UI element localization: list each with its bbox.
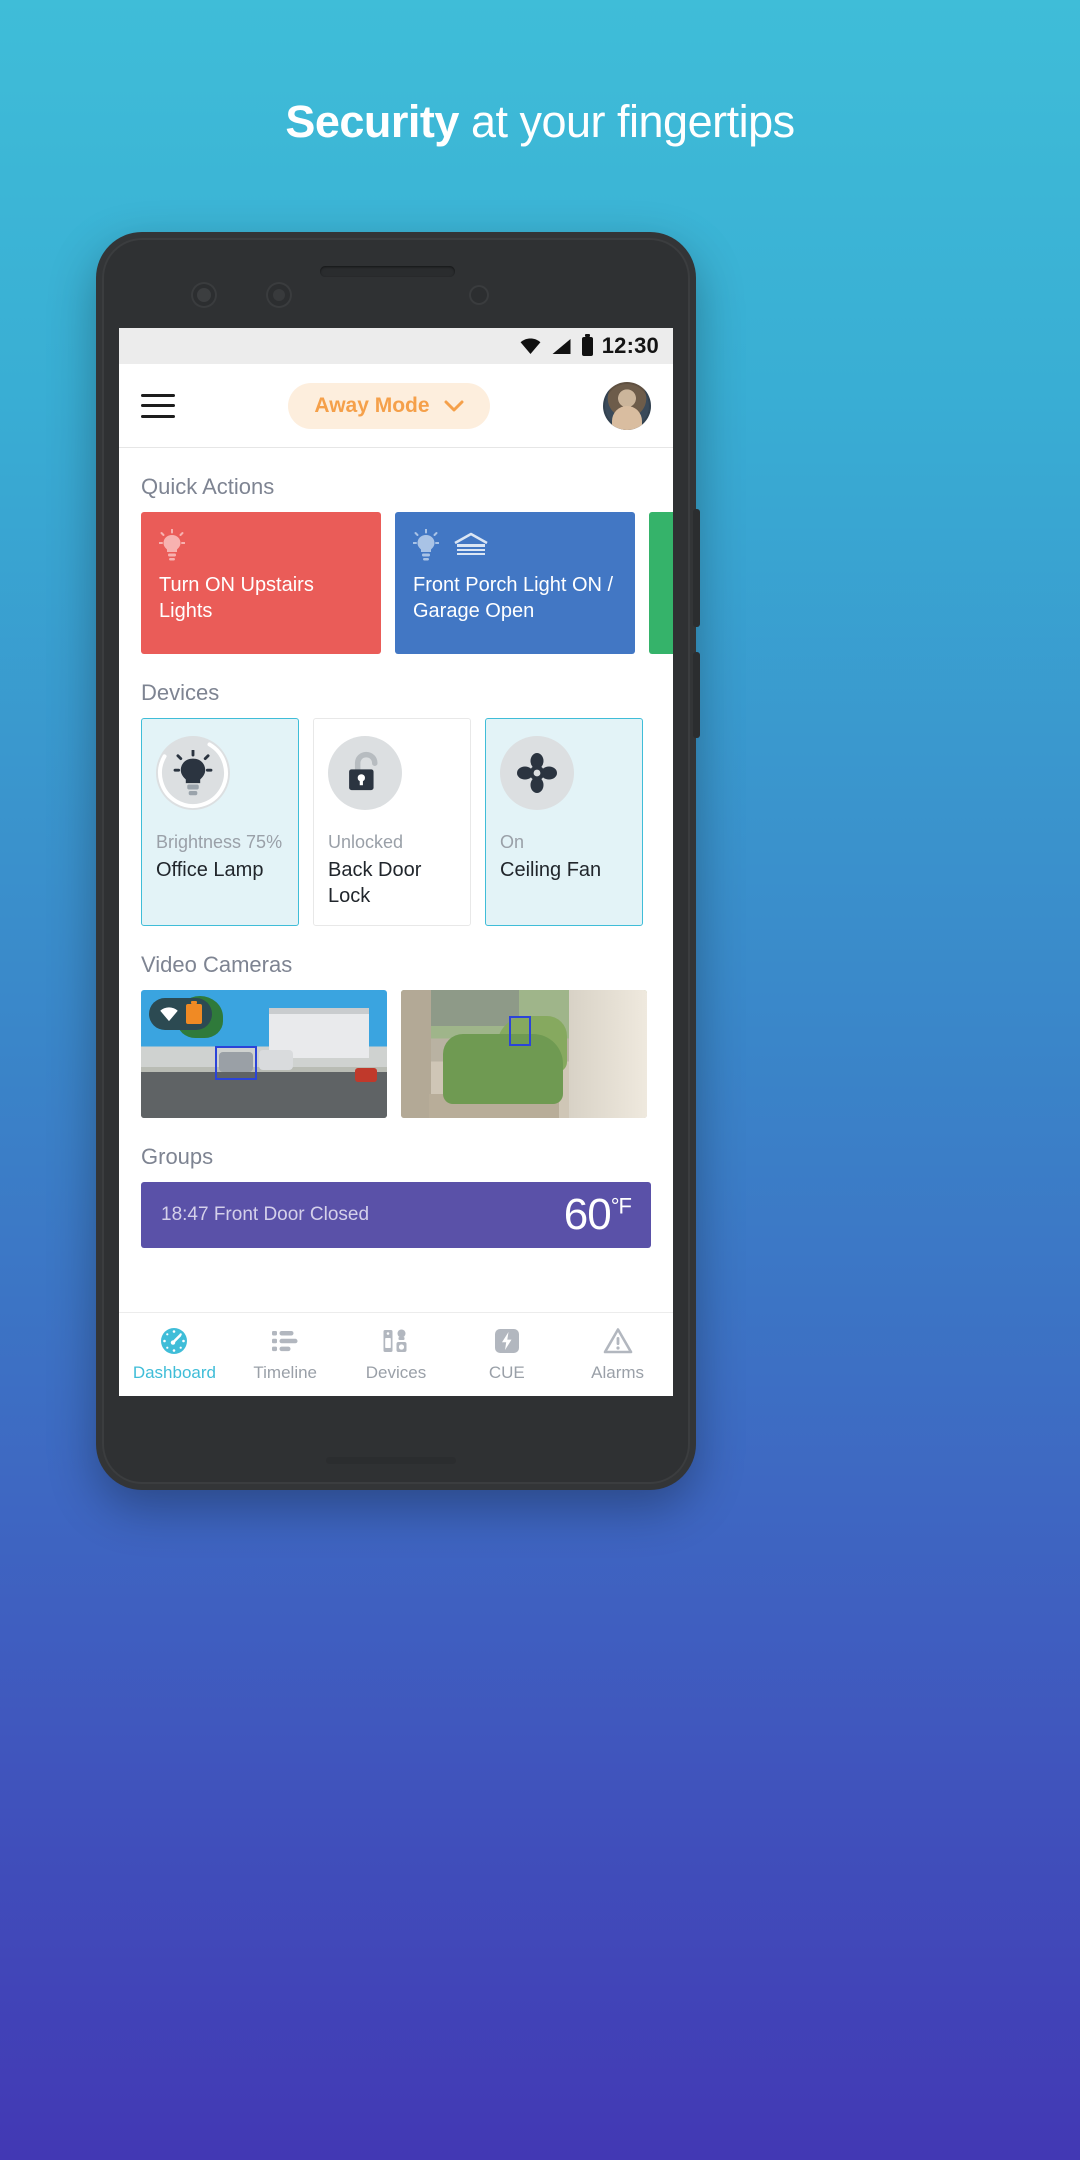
gauge-icon [161, 1328, 188, 1354]
quick-action-icons [413, 528, 617, 562]
chevron-down-icon [444, 400, 464, 411]
group-temperature-value: 60 [563, 1190, 612, 1240]
device-icon-wrap [500, 736, 574, 810]
nav-item-cue[interactable]: CUE [451, 1326, 562, 1383]
porch-wall-decor [569, 990, 647, 1119]
signal-icon [552, 338, 571, 354]
device-card[interactable]: Unlocked Back Door Lock [313, 718, 471, 927]
cameras-row[interactable] [119, 990, 673, 1119]
brightness-progress-ring [158, 738, 228, 808]
detection-box [509, 1016, 531, 1047]
quick-action-label: Turn ON Upstairs Lights [159, 574, 314, 623]
quick-action-icons [667, 528, 673, 562]
quick-action-card[interactable]: Front Porch Light ON / Garage Open [395, 512, 635, 654]
page-title: Security at your fingertips [0, 96, 1080, 148]
car-decor [259, 1050, 293, 1071]
avatar[interactable] [603, 381, 651, 430]
driveway-decor [429, 990, 519, 1027]
lightbulb-icon [413, 529, 439, 561]
mode-selector-label: Away Mode [314, 393, 430, 417]
group-event-text: 18:47 Front Door Closed [161, 1204, 370, 1226]
warning-triangle-icon [603, 1328, 632, 1354]
device-name: Ceiling Fan [500, 859, 602, 881]
device-card[interactable]: On Ceiling Fan [485, 718, 643, 927]
device-name: Office Lamp [156, 859, 264, 881]
wifi-icon [520, 337, 541, 354]
app-bar: Away Mode [119, 364, 673, 448]
earpiece-speaker [320, 266, 455, 277]
camera-thumbnail[interactable] [401, 990, 647, 1119]
group-card[interactable]: 18:47 Front Door Closed 60°F [141, 1182, 651, 1249]
nav-item-devices[interactable]: Devices [341, 1326, 452, 1383]
detection-box [215, 1046, 257, 1081]
quick-action-label: Front Porch Light ON / Garage Open [413, 574, 614, 623]
device-card[interactable]: Brightness 75% Office Lamp [141, 718, 299, 927]
camera-thumbnail[interactable] [141, 990, 387, 1119]
car-decor [355, 1068, 377, 1083]
device-name: Back Door Lock [328, 859, 422, 907]
front-camera-icon [191, 282, 217, 308]
devices-icon [383, 1329, 407, 1352]
camera-status-badge [149, 998, 212, 1031]
bottom-speaker [326, 1457, 456, 1464]
device-icon-wrap [156, 736, 230, 810]
group-temperature-unit: °F [610, 1193, 632, 1219]
road-decor [141, 1072, 387, 1119]
nav-item-timeline[interactable]: Timeline [230, 1326, 341, 1383]
devices-row[interactable]: Brightness 75% Office Lamp Unlocked Back… [119, 718, 673, 927]
list-icon [272, 1331, 298, 1352]
unlocked-padlock-icon [349, 751, 378, 791]
nav-item-dashboard[interactable]: Dashboard [119, 1326, 230, 1383]
wifi-icon [160, 1007, 178, 1021]
nav-label: Alarms [591, 1363, 645, 1382]
quick-action-card[interactable] [649, 512, 673, 654]
hamburger-menu-icon[interactable] [141, 393, 175, 418]
device-state: On [500, 832, 525, 852]
battery-icon [581, 333, 593, 356]
device-state: Unlocked [328, 832, 404, 852]
section-title-devices: Devices [141, 680, 220, 705]
group-temperature: 60°F [563, 1190, 632, 1240]
dashboard-content[interactable]: Quick Actions Turn ON Upstairs Lights Fr… [119, 448, 673, 1312]
bush-decor [443, 1034, 563, 1105]
phone-mockup: 12:30 Away Mode Quick Actions Turn ON Up… [96, 232, 700, 1490]
nav-label: Dashboard [132, 1363, 216, 1382]
nav-item-alarms[interactable]: Alarms [562, 1326, 673, 1383]
nav-label: Timeline [253, 1363, 317, 1382]
section-title-quick-actions: Quick Actions [141, 474, 275, 499]
volume-button[interactable] [693, 509, 700, 627]
quick-actions-row[interactable]: Turn ON Upstairs Lights Front Porch Ligh… [119, 512, 673, 654]
lightning-bolt-icon [494, 1329, 519, 1353]
nav-label: Devices [365, 1363, 427, 1382]
section-title-groups: Groups [141, 1144, 214, 1170]
light-sensor-icon [469, 285, 489, 305]
device-icon-wrap [328, 736, 402, 810]
quick-action-card[interactable]: Turn ON Upstairs Lights [141, 512, 381, 654]
quick-action-icons [159, 528, 363, 562]
status-bar: 12:30 [119, 328, 673, 364]
section-title-video-cameras: Video Cameras [141, 952, 293, 978]
ceiling-fan-icon [517, 753, 557, 793]
bottom-navigation: Dashboard Timeline Devices CUE Alarms [119, 1312, 673, 1396]
garage-icon [454, 532, 488, 555]
page-title-bold: Security [285, 96, 459, 147]
wall-decor [401, 990, 431, 1119]
page-title-rest: at your fingertips [458, 96, 795, 147]
phone-screen: 12:30 Away Mode Quick Actions Turn ON Up… [119, 328, 673, 1396]
mode-selector[interactable]: Away Mode [288, 382, 490, 429]
battery-icon [186, 1001, 202, 1025]
status-bar-clock: 12:30 [601, 333, 659, 358]
lightbulb-icon [159, 529, 185, 561]
nav-label: CUE [488, 1363, 525, 1382]
proximity-sensor-icon [266, 282, 292, 308]
device-state: Brightness 75% [156, 832, 283, 852]
power-button[interactable] [693, 652, 700, 738]
